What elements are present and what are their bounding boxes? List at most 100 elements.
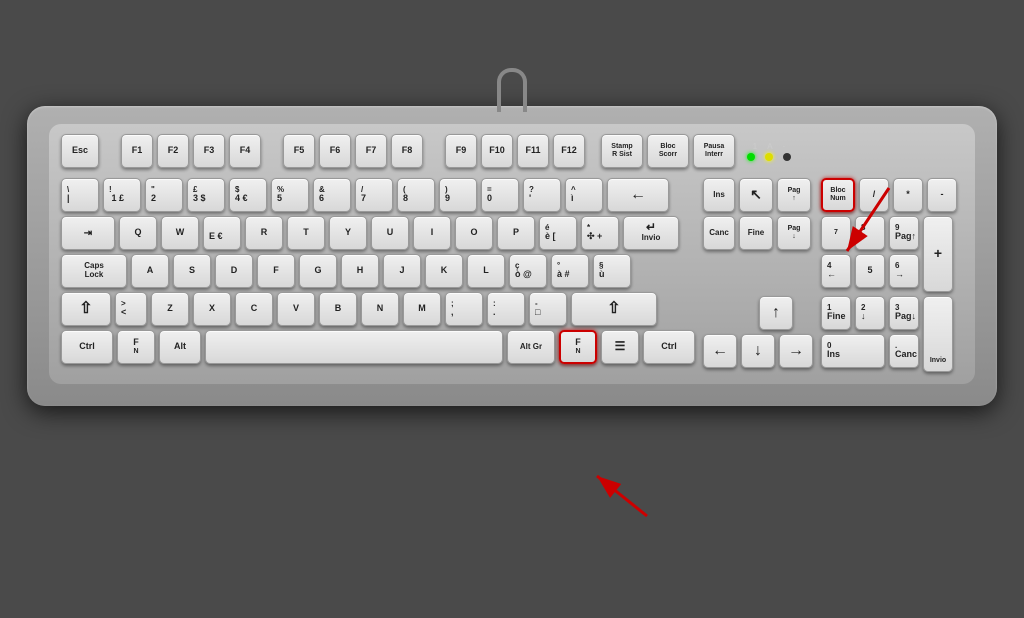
- key-f6[interactable]: F6: [319, 134, 351, 168]
- key-0[interactable]: =0: [481, 178, 519, 212]
- key-ins[interactable]: Ins: [703, 178, 735, 212]
- key-c[interactable]: C: [235, 292, 273, 326]
- key-i[interactable]: I: [413, 216, 451, 250]
- key-numpad-slash[interactable]: /: [859, 178, 889, 212]
- key-slash[interactable]: -□: [529, 292, 567, 326]
- key-numpad-minus[interactable]: -: [927, 178, 957, 212]
- key-comma[interactable]: ;,: [445, 292, 483, 326]
- key-tab[interactable]: ⇥: [61, 216, 115, 250]
- key-g[interactable]: G: [299, 254, 337, 288]
- key-pgdn[interactable]: Pag↓: [777, 216, 811, 250]
- key-k[interactable]: K: [425, 254, 463, 288]
- key-ctrl-left[interactable]: Ctrl: [61, 330, 113, 364]
- key-fn-right[interactable]: FN: [559, 330, 597, 364]
- key-u[interactable]: U: [371, 216, 409, 250]
- key-bloc-scorr[interactable]: Bloc Scorr: [647, 134, 689, 168]
- key-w[interactable]: W: [161, 216, 199, 250]
- key-y[interactable]: Y: [329, 216, 367, 250]
- key-num4[interactable]: 4←: [821, 254, 851, 288]
- key-bloc-num[interactable]: BlocNum: [821, 178, 855, 212]
- key-pgup[interactable]: Pag↑: [777, 178, 811, 212]
- key-q[interactable]: Q: [119, 216, 157, 250]
- key-8[interactable]: (8: [397, 178, 435, 212]
- key-arrow-up[interactable]: ↑: [759, 296, 793, 330]
- key-ctrl-right[interactable]: Ctrl: [643, 330, 695, 364]
- key-menu[interactable]: ☰: [601, 330, 639, 364]
- key-e[interactable]: E €: [203, 216, 241, 250]
- key-m[interactable]: M: [403, 292, 441, 326]
- key-a[interactable]: A: [131, 254, 169, 288]
- key-num6[interactable]: 6→: [889, 254, 919, 288]
- key-semicolon[interactable]: çò @: [509, 254, 547, 288]
- key-f1[interactable]: F1: [121, 134, 153, 168]
- key-v[interactable]: V: [277, 292, 315, 326]
- key-f10[interactable]: F10: [481, 134, 513, 168]
- key-num1[interactable]: 1Fine: [821, 296, 851, 330]
- key-s[interactable]: S: [173, 254, 211, 288]
- key-num3[interactable]: 3Pag↓: [889, 296, 919, 330]
- key-num2[interactable]: 2↓: [855, 296, 885, 330]
- key-num5[interactable]: 5: [855, 254, 885, 288]
- key-d[interactable]: D: [215, 254, 253, 288]
- key-f3[interactable]: F3: [193, 134, 225, 168]
- key-n[interactable]: N: [361, 292, 399, 326]
- key-f4[interactable]: F4: [229, 134, 261, 168]
- key-num7[interactable]: 7: [821, 216, 851, 250]
- key-bracket-open[interactable]: éè [: [539, 216, 577, 250]
- key-home[interactable]: ↖: [739, 178, 773, 212]
- key-3[interactable]: £3 $: [187, 178, 225, 212]
- key-f7[interactable]: F7: [355, 134, 387, 168]
- key-quote[interactable]: °à #: [551, 254, 589, 288]
- key-numpad-invio[interactable]: Invio: [923, 296, 953, 372]
- key-hash[interactable]: §ù: [593, 254, 631, 288]
- key-esc[interactable]: Esc: [61, 134, 99, 168]
- key-stamp[interactable]: Stamp R Sist: [601, 134, 643, 168]
- key-r[interactable]: R: [245, 216, 283, 250]
- key-1[interactable]: ! 1 £: [103, 178, 141, 212]
- key-numpad-plus[interactable]: +: [923, 216, 953, 292]
- key-apos[interactable]: ?': [523, 178, 561, 212]
- key-f[interactable]: F: [257, 254, 295, 288]
- key-fn-left[interactable]: FN: [117, 330, 155, 364]
- key-caret[interactable]: ^ì: [565, 178, 603, 212]
- key-backspace[interactable]: ←: [607, 178, 669, 212]
- key-f9[interactable]: F9: [445, 134, 477, 168]
- key-num8[interactable]: 8↑: [855, 216, 885, 250]
- key-space[interactable]: [205, 330, 503, 364]
- key-b[interactable]: B: [319, 292, 357, 326]
- key-shift-right[interactable]: ⇧: [571, 292, 657, 326]
- key-f2[interactable]: F2: [157, 134, 189, 168]
- key-2[interactable]: "2: [145, 178, 183, 212]
- key-h[interactable]: H: [341, 254, 379, 288]
- key-f11[interactable]: F11: [517, 134, 549, 168]
- key-z[interactable]: Z: [151, 292, 189, 326]
- key-shift-left[interactable]: ⇧: [61, 292, 111, 326]
- key-f8[interactable]: F8: [391, 134, 423, 168]
- key-x[interactable]: X: [193, 292, 231, 326]
- key-arrow-left[interactable]: ←: [703, 334, 737, 368]
- key-4[interactable]: $4 €: [229, 178, 267, 212]
- key-t[interactable]: T: [287, 216, 325, 250]
- key-invio[interactable]: ↵ Invio: [623, 216, 679, 250]
- key-canc[interactable]: Canc: [703, 216, 735, 250]
- key-j[interactable]: J: [383, 254, 421, 288]
- key-5[interactable]: %5: [271, 178, 309, 212]
- key-l[interactable]: L: [467, 254, 505, 288]
- key-alt-left[interactable]: Alt: [159, 330, 201, 364]
- key-f5[interactable]: F5: [283, 134, 315, 168]
- key-fine[interactable]: Fine: [739, 216, 773, 250]
- key-caps-lock[interactable]: Caps Lock: [61, 254, 127, 288]
- key-num0[interactable]: 0Ins: [821, 334, 885, 368]
- key-pausa[interactable]: Pausa Interr: [693, 134, 735, 168]
- key-numpad-star[interactable]: *: [893, 178, 923, 212]
- key-backtick[interactable]: \|: [61, 178, 99, 212]
- key-arrow-down[interactable]: ↓: [741, 334, 775, 368]
- key-p[interactable]: P: [497, 216, 535, 250]
- key-9[interactable]: )9: [439, 178, 477, 212]
- key-7[interactable]: /7: [355, 178, 393, 212]
- key-f12[interactable]: F12: [553, 134, 585, 168]
- key-o[interactable]: O: [455, 216, 493, 250]
- key-arrow-right[interactable]: →: [779, 334, 813, 368]
- key-period[interactable]: :.: [487, 292, 525, 326]
- key-num9[interactable]: 9Pag↑: [889, 216, 919, 250]
